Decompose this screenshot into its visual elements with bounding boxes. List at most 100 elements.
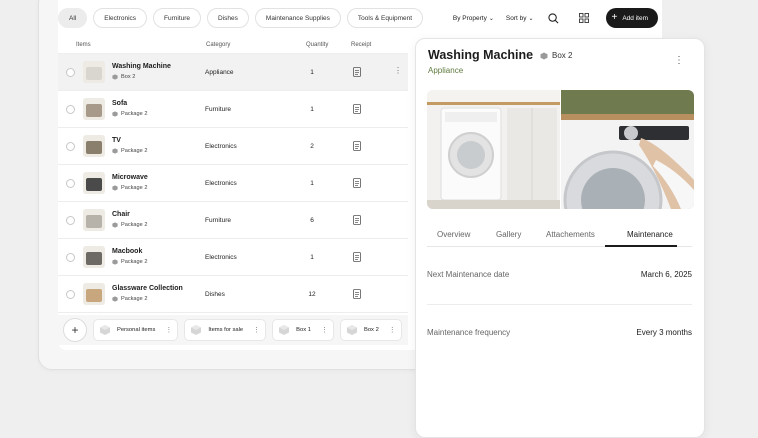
- item-name: Washing Machine: [112, 63, 171, 70]
- item-box: Package 2: [112, 259, 147, 265]
- table-row[interactable]: Washing Machine Box 2 Appliance 1 ⋮: [58, 54, 408, 91]
- more-options-icon[interactable]: ⋮: [394, 66, 402, 75]
- table-row[interactable]: TV Package 2 Electronics 2: [58, 128, 408, 165]
- item-photo: [83, 172, 105, 194]
- item-box: Package 2: [112, 185, 147, 191]
- search-icon: [548, 12, 559, 23]
- filter-chip-dishes[interactable]: Dishes: [207, 8, 249, 28]
- table-row[interactable]: Macbook Package 2 Electronics 1: [58, 239, 408, 276]
- box-chip-label: Box 1: [296, 327, 311, 333]
- tab-gallery[interactable]: Gallery: [496, 230, 521, 239]
- row-select-radio[interactable]: [66, 68, 75, 77]
- item-quantity: 1: [310, 180, 314, 187]
- tab-attachements[interactable]: Attachements: [546, 230, 595, 239]
- detail-box-label: Box 2: [552, 51, 573, 60]
- item-box-label: Package 2: [121, 259, 148, 265]
- more-icon[interactable]: ⋮: [253, 326, 260, 334]
- gallery-photo[interactable]: [561, 90, 694, 209]
- active-tab-indicator: [605, 245, 677, 247]
- item-box-label: Package 2: [121, 185, 148, 191]
- filter-chip-all[interactable]: All: [58, 8, 88, 28]
- row-select-radio[interactable]: [66, 142, 75, 151]
- item-quantity: 2: [310, 143, 314, 150]
- filter-bar: All Electronics Furniture Dishes Mainten…: [58, 6, 658, 30]
- box-chip[interactable]: Items for sale ⋮: [184, 319, 267, 341]
- table-row[interactable]: Chair Package 2 Furniture 6: [58, 202, 408, 239]
- receipt-icon[interactable]: [353, 289, 361, 299]
- item-category: Dishes: [205, 291, 225, 298]
- table-row[interactable]: Microwave Package 2 Electronics 1: [58, 165, 408, 202]
- item-thumbnail: [83, 283, 105, 305]
- filter-chip-tools-equipment[interactable]: Tools & Equipment: [346, 8, 424, 28]
- item-photo: [83, 246, 105, 268]
- more-options-icon[interactable]: ⋮: [674, 55, 684, 66]
- filter-chip-maintenance-supplies[interactable]: Maintenance Supplies: [254, 8, 341, 28]
- item-name: Glassware Collection: [112, 285, 183, 292]
- table-row[interactable]: Glassware Collection Package 2 Dishes 12: [58, 276, 408, 313]
- box-chip-label: Box 2: [363, 327, 379, 333]
- washing-machine-photo: [427, 90, 560, 209]
- filter-chip-electronics[interactable]: Electronics: [93, 8, 148, 28]
- row-select-radio[interactable]: [66, 290, 75, 299]
- divider: [427, 304, 692, 305]
- item-thumbnail: [83, 135, 105, 157]
- receipt-icon[interactable]: [353, 67, 361, 77]
- item-box-label: Package 2: [121, 222, 148, 228]
- row-select-radio[interactable]: [66, 105, 75, 114]
- detail-box-tag: Box 2: [540, 51, 572, 60]
- item-photo: [83, 135, 105, 157]
- header-items: Items: [76, 42, 91, 48]
- tab-maintenance[interactable]: Maintenance: [627, 230, 673, 239]
- item-name: Macbook: [112, 248, 143, 255]
- grid-view-button[interactable]: [576, 10, 592, 26]
- sort-by-dropdown[interactable]: Sort by ⌄: [506, 15, 534, 22]
- sort-by-label: Sort by: [505, 14, 527, 22]
- row-select-radio[interactable]: [66, 179, 75, 188]
- receipt-icon[interactable]: [353, 141, 361, 151]
- box-chip[interactable]: Box 1 ⋮: [272, 319, 334, 341]
- row-select-radio[interactable]: [66, 253, 75, 262]
- add-item-button[interactable]: + Add item: [605, 8, 658, 28]
- item-quantity: 12: [308, 291, 316, 298]
- item-name: TV: [112, 137, 121, 144]
- by-property-dropdown[interactable]: By Property ⌄: [453, 15, 494, 22]
- more-icon[interactable]: ⋮: [389, 326, 396, 334]
- box-chip[interactable]: Box 2 ⋮: [339, 319, 402, 341]
- receipt-icon[interactable]: [353, 104, 361, 114]
- box-chip[interactable]: Personal items ⋮: [93, 319, 179, 341]
- item-quantity: 6: [310, 217, 314, 224]
- item-box: Package 2: [112, 222, 147, 228]
- item-photo: [83, 209, 105, 231]
- row-select-radio[interactable]: [66, 216, 75, 225]
- box-chip-label: Personal items: [117, 327, 156, 333]
- field-value: Every 3 months: [636, 328, 692, 337]
- add-box-button[interactable]: +: [63, 318, 87, 342]
- more-icon[interactable]: ⋮: [321, 326, 328, 334]
- gallery-photo[interactable]: [427, 90, 560, 209]
- washing-machine-closeup-photo: [561, 90, 694, 209]
- item-photo: [83, 98, 105, 120]
- cube-icon: [279, 325, 290, 335]
- detail-subtitle: Appliance: [428, 66, 464, 75]
- search-button[interactable]: [546, 10, 562, 26]
- box-bar: + Personal items ⋮ Items for sale ⋮ Box …: [58, 315, 408, 345]
- receipt-icon[interactable]: [353, 215, 361, 225]
- more-icon[interactable]: ⋮: [165, 326, 172, 334]
- item-name: Sofa: [112, 100, 128, 107]
- table-row[interactable]: Sofa Package 2 Furniture 1: [58, 91, 408, 128]
- add-item-label: Add item: [622, 14, 648, 22]
- box-icon: [112, 222, 118, 228]
- detail-panel: Washing Machine Box 2 Appliance ⋮ Overvi…: [415, 38, 705, 438]
- filter-chip-furniture[interactable]: Furniture: [153, 8, 202, 28]
- item-category: Electronics: [205, 180, 237, 187]
- box-icon: [112, 185, 118, 191]
- tab-overview[interactable]: Overview: [437, 230, 470, 239]
- cube-icon: [346, 325, 357, 335]
- receipt-icon[interactable]: [353, 178, 361, 188]
- item-box-label: Package 2: [121, 296, 148, 302]
- receipt-icon[interactable]: [353, 252, 361, 262]
- item-box: Package 2: [112, 296, 147, 302]
- item-thumbnail: [83, 61, 105, 83]
- chevron-down-icon: ⌄: [488, 15, 494, 22]
- box-icon: [540, 52, 548, 59]
